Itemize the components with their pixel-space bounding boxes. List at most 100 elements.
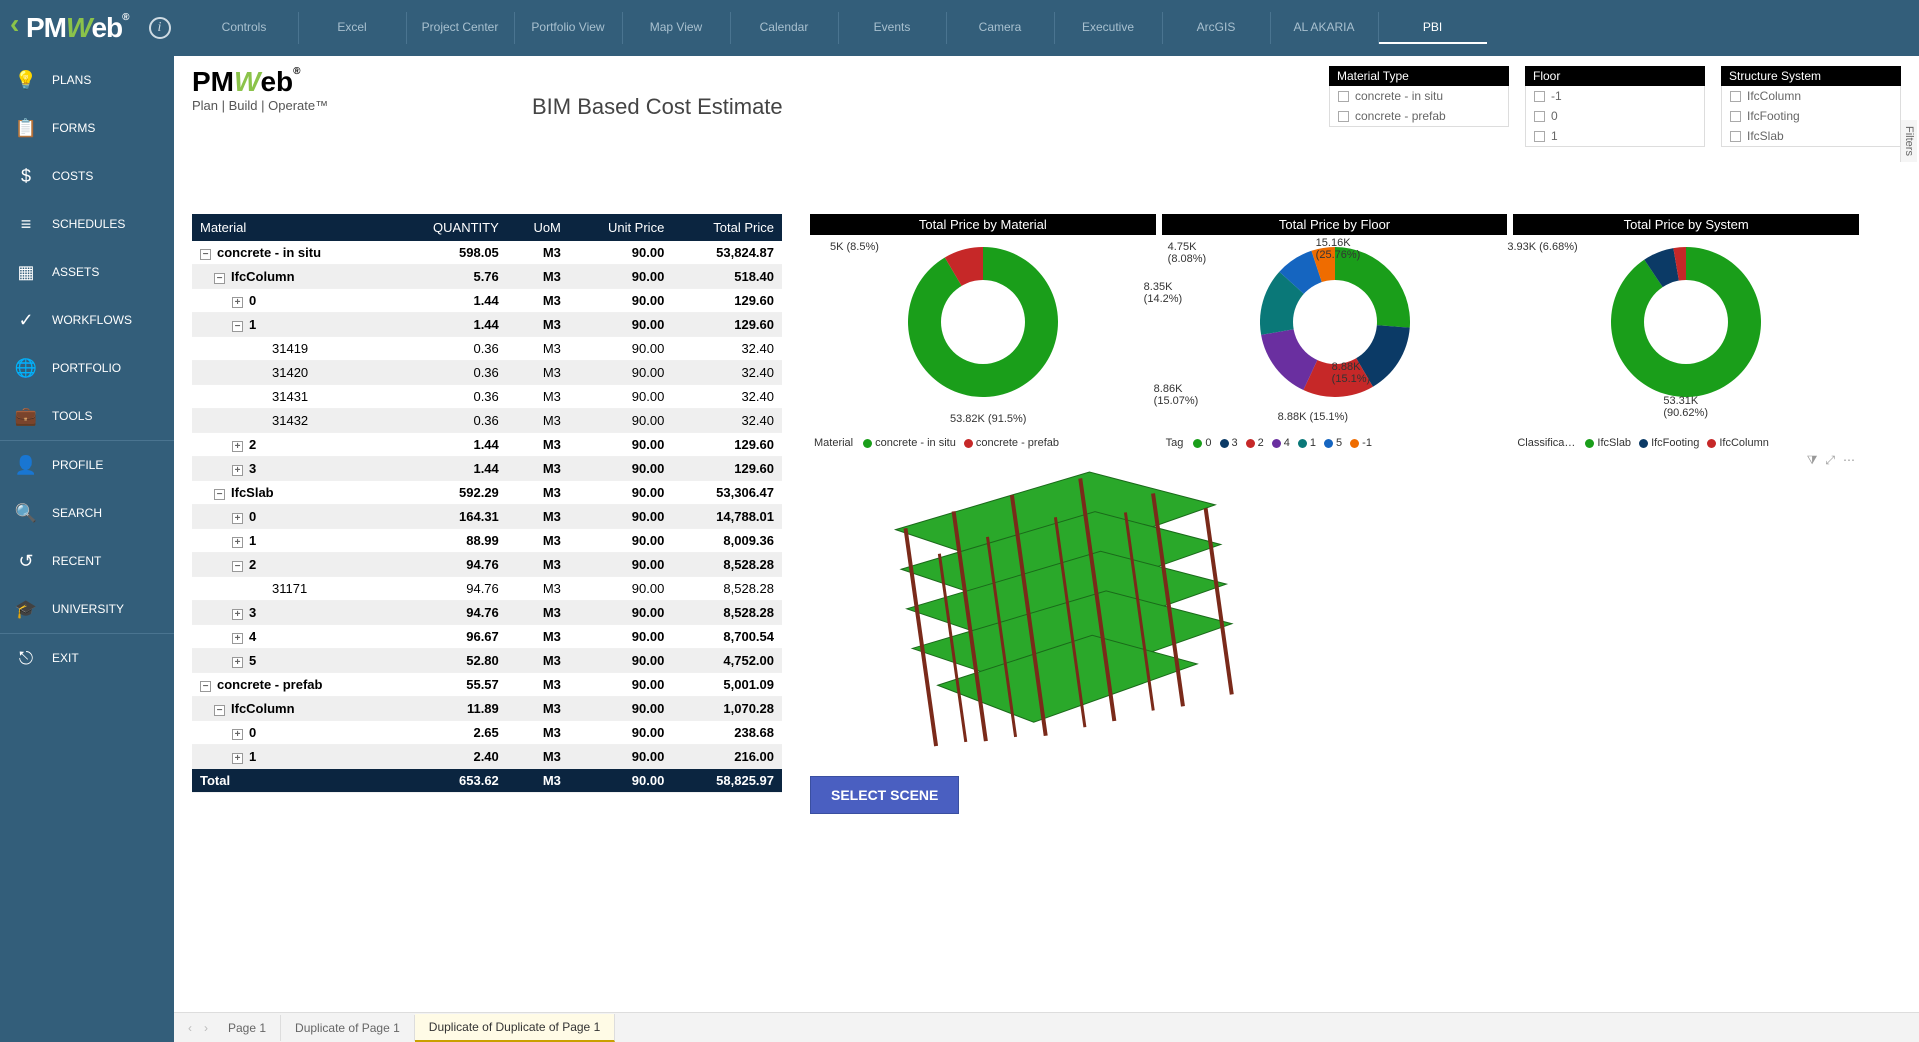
donut-chart[interactable] bbox=[1611, 247, 1761, 397]
expand-icon[interactable]: + bbox=[232, 729, 243, 740]
legend-item[interactable]: 0 bbox=[1193, 437, 1211, 449]
matrix-row[interactable]: −concrete - prefab55.57M390.005,001.09 bbox=[192, 673, 782, 697]
bim-model-view[interactable] bbox=[810, 470, 1330, 770]
focus-icon[interactable]: ⤢ bbox=[1825, 453, 1835, 468]
matrix-row[interactable]: +0164.31M390.0014,788.01 bbox=[192, 505, 782, 529]
slicer-option[interactable]: IfcColumn bbox=[1722, 86, 1900, 106]
matrix-header[interactable]: Total Price bbox=[672, 214, 782, 241]
expand-icon[interactable]: − bbox=[214, 489, 225, 500]
expand-icon[interactable]: + bbox=[232, 465, 243, 476]
legend-item[interactable]: 5 bbox=[1324, 437, 1342, 449]
matrix-header[interactable]: UoM bbox=[507, 214, 569, 241]
matrix-header[interactable]: Unit Price bbox=[569, 214, 672, 241]
legend-item[interactable]: 1 bbox=[1298, 437, 1316, 449]
slicer-option[interactable]: IfcFooting bbox=[1722, 106, 1900, 126]
matrix-row[interactable]: −294.76M390.008,528.28 bbox=[192, 553, 782, 577]
expand-icon[interactable]: − bbox=[232, 561, 243, 572]
more-icon[interactable]: ⋯ bbox=[1843, 453, 1855, 468]
filter-icon[interactable]: ⧩ bbox=[1807, 453, 1818, 468]
matrix-header[interactable]: Material bbox=[192, 214, 390, 241]
sidebar-item-recent[interactable]: ↺RECENT bbox=[0, 537, 174, 585]
legend-item[interactable]: -1 bbox=[1350, 437, 1372, 449]
topnav-events[interactable]: Events bbox=[839, 12, 947, 44]
topnav-calendar[interactable]: Calendar bbox=[731, 12, 839, 44]
legend-item[interactable]: 3 bbox=[1220, 437, 1238, 449]
sidebar-item-tools[interactable]: 💼TOOLS bbox=[0, 392, 174, 440]
matrix-row[interactable]: −concrete - in situ598.05M390.0053,824.8… bbox=[192, 241, 782, 265]
expand-icon[interactable]: − bbox=[232, 321, 243, 332]
slicer-option[interactable]: 1 bbox=[1526, 126, 1704, 146]
sidebar-item-exit[interactable]: ⎋EXIT bbox=[0, 633, 174, 682]
topnav-controls[interactable]: Controls bbox=[191, 12, 299, 44]
topnav-al-akaria[interactable]: AL AKARIA bbox=[1271, 12, 1379, 44]
page-tab[interactable]: Duplicate of Page 1 bbox=[281, 1015, 415, 1041]
sidebar-item-costs[interactable]: $COSTS bbox=[0, 152, 174, 200]
sidebar-item-plans[interactable]: 💡PLANS bbox=[0, 56, 174, 104]
expand-icon[interactable]: − bbox=[214, 705, 225, 716]
slicer-option[interactable]: concrete - prefab bbox=[1330, 106, 1508, 126]
sidebar-item-university[interactable]: 🎓UNIVERSITY bbox=[0, 585, 174, 633]
matrix-row[interactable]: 314320.36M390.0032.40 bbox=[192, 409, 782, 433]
legend-item[interactable]: IfcFooting bbox=[1639, 437, 1699, 449]
matrix-row[interactable]: 314310.36M390.0032.40 bbox=[192, 385, 782, 409]
matrix-row[interactable]: +01.44M390.00129.60 bbox=[192, 289, 782, 313]
legend-item[interactable]: 4 bbox=[1272, 437, 1290, 449]
matrix-row[interactable]: −IfcColumn11.89M390.001,070.28 bbox=[192, 697, 782, 721]
expand-icon[interactable]: + bbox=[232, 297, 243, 308]
sidebar-item-profile[interactable]: 👤PROFILE bbox=[0, 440, 174, 489]
topnav-executive[interactable]: Executive bbox=[1055, 12, 1163, 44]
matrix-row[interactable]: −11.44M390.00129.60 bbox=[192, 313, 782, 337]
matrix-row[interactable]: 314190.36M390.0032.40 bbox=[192, 337, 782, 361]
legend-item[interactable]: IfcColumn bbox=[1707, 437, 1769, 449]
slicer-option[interactable]: IfcSlab bbox=[1722, 126, 1900, 146]
legend-item[interactable]: concrete - prefab bbox=[964, 437, 1059, 449]
expand-icon[interactable]: + bbox=[232, 753, 243, 764]
expand-icon[interactable]: + bbox=[232, 609, 243, 620]
legend-item[interactable]: 2 bbox=[1246, 437, 1264, 449]
topnav-excel[interactable]: Excel bbox=[299, 12, 407, 44]
topnav-portfolio-view[interactable]: Portfolio View bbox=[515, 12, 623, 44]
matrix-row[interactable]: −IfcColumn5.76M390.00518.40 bbox=[192, 265, 782, 289]
topnav-project-center[interactable]: Project Center bbox=[407, 12, 515, 44]
slicer-option[interactable]: -1 bbox=[1526, 86, 1704, 106]
slicer-option[interactable]: 0 bbox=[1526, 106, 1704, 126]
expand-icon[interactable]: + bbox=[232, 513, 243, 524]
sidebar-item-search[interactable]: 🔍SEARCH bbox=[0, 489, 174, 537]
topnav-map-view[interactable]: Map View bbox=[623, 12, 731, 44]
matrix-row[interactable]: 314200.36M390.0032.40 bbox=[192, 361, 782, 385]
matrix-row[interactable]: +188.99M390.008,009.36 bbox=[192, 529, 782, 553]
topnav-arcgis[interactable]: ArcGIS bbox=[1163, 12, 1271, 44]
matrix-row[interactable]: 3117194.76M390.008,528.28 bbox=[192, 577, 782, 601]
matrix-row[interactable]: +31.44M390.00129.60 bbox=[192, 457, 782, 481]
topnav-pbi[interactable]: PBI bbox=[1379, 12, 1487, 44]
matrix-row[interactable]: −IfcSlab592.29M390.0053,306.47 bbox=[192, 481, 782, 505]
expand-icon[interactable]: − bbox=[200, 681, 211, 692]
expand-icon[interactable]: − bbox=[200, 249, 211, 260]
matrix-row[interactable]: +02.65M390.00238.68 bbox=[192, 721, 782, 745]
page-tab[interactable]: Duplicate of Duplicate of Page 1 bbox=[415, 1014, 615, 1042]
page-next-icon[interactable]: › bbox=[198, 1021, 214, 1035]
legend-item[interactable]: IfcSlab bbox=[1585, 437, 1631, 449]
matrix-table-scroll[interactable]: MaterialQUANTITYUoMUnit PriceTotal Price… bbox=[192, 214, 792, 824]
matrix-row[interactable]: +394.76M390.008,528.28 bbox=[192, 601, 782, 625]
legend-item[interactable]: concrete - in situ bbox=[863, 437, 956, 449]
expand-icon[interactable]: − bbox=[214, 273, 225, 284]
matrix-header[interactable]: QUANTITY bbox=[390, 214, 507, 241]
info-icon[interactable]: i bbox=[149, 17, 171, 39]
filters-pane-tab[interactable]: Filters bbox=[1900, 120, 1917, 162]
expand-icon[interactable]: + bbox=[232, 441, 243, 452]
sidebar-item-assets[interactable]: ▦ASSETS bbox=[0, 248, 174, 296]
page-tab[interactable]: Page 1 bbox=[214, 1015, 281, 1041]
matrix-row[interactable]: +552.80M390.004,752.00 bbox=[192, 649, 782, 673]
sidebar-item-forms[interactable]: 📋FORMS bbox=[0, 104, 174, 152]
expand-icon[interactable]: + bbox=[232, 633, 243, 644]
topnav-camera[interactable]: Camera bbox=[947, 12, 1055, 44]
matrix-row[interactable]: +496.67M390.008,700.54 bbox=[192, 625, 782, 649]
donut-chart[interactable] bbox=[908, 247, 1058, 397]
sidebar-item-portfolio[interactable]: 🌐PORTFOLIO bbox=[0, 344, 174, 392]
page-prev-icon[interactable]: ‹ bbox=[182, 1021, 198, 1035]
expand-icon[interactable]: + bbox=[232, 537, 243, 548]
expand-icon[interactable]: + bbox=[232, 657, 243, 668]
matrix-row[interactable]: +12.40M390.00216.00 bbox=[192, 745, 782, 769]
matrix-row[interactable]: +21.44M390.00129.60 bbox=[192, 433, 782, 457]
